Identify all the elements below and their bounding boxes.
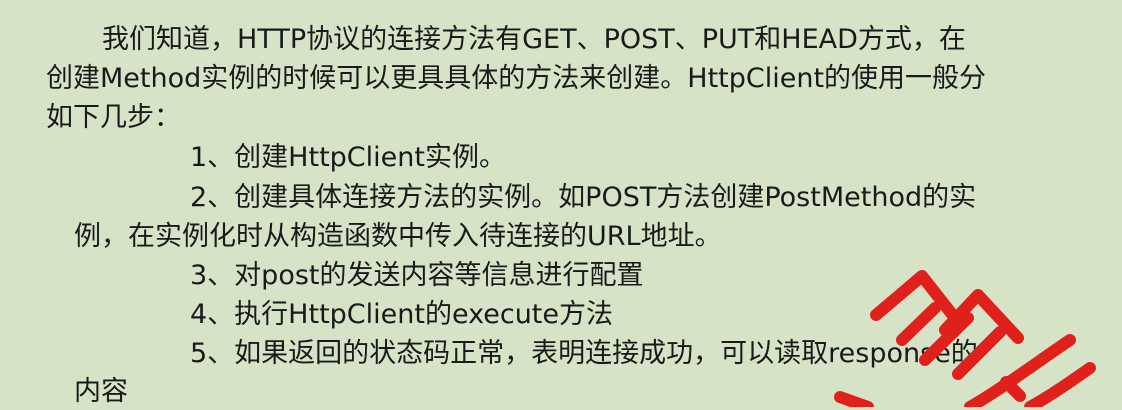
step-1: 1、创建HttpClient实例。 bbox=[190, 142, 506, 173]
step-3: 3、对post的发送内容等信息进行配置 bbox=[190, 260, 644, 291]
step-5-continuation: 内容 bbox=[74, 376, 128, 407]
document-page: 我们知道，HTTP协议的连接方法有GET、POST、PUT和HEAD方式，在 创… bbox=[0, 0, 1122, 407]
step-2: 2、创建具体连接方法的实例。如POST方法创建PostMethod的实 bbox=[190, 182, 977, 213]
step-5: 5、如果返回的状态码正常，表明连接成功，可以读取response的 bbox=[190, 338, 978, 369]
step-4: 4、执行HttpClient的execute方法 bbox=[190, 299, 614, 330]
step-2-continuation: 例，在实例化时从构造函数中传入待连接的URL地址。 bbox=[74, 221, 722, 252]
paragraph-line-3: 如下几步： bbox=[46, 102, 181, 133]
paragraph-line-2: 创建Method实例的时候可以更具具体的方法来创建。HttpClient的使用一… bbox=[46, 63, 987, 94]
paragraph-line-1: 我们知道，HTTP协议的连接方法有GET、POST、PUT和HEAD方式，在 bbox=[102, 24, 966, 55]
